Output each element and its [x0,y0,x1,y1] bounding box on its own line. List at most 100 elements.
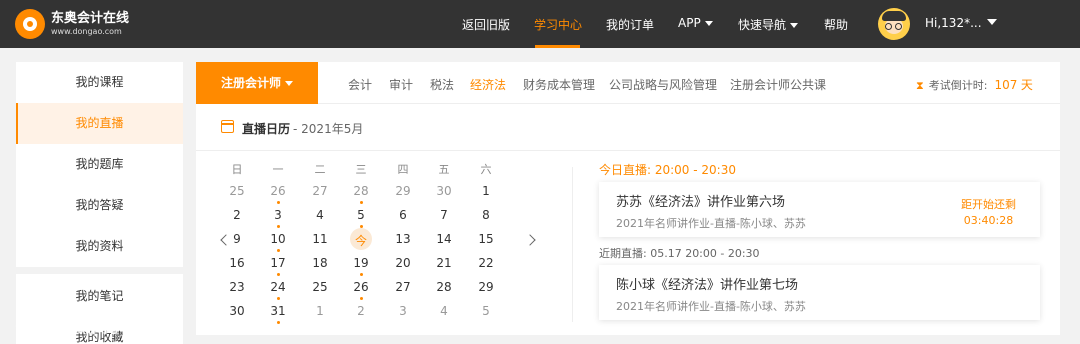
nav-study-center[interactable]: 学习中心 [534,16,582,33]
nav-app-label: APP [678,16,701,30]
today-live-card[interactable]: 苏苏《经济法》讲作业第六场 2021年名师讲作业-直播-陈小球、苏苏 距开始还剩… [599,182,1040,237]
calendar-day[interactable]: 15 [471,232,501,246]
calendar-day[interactable]: 1 [471,184,501,198]
calendar-day[interactable]: 19 [346,256,376,270]
exam-type-label: 注册会计师 [220,76,281,90]
calendar-day[interactable]: 26 [346,280,376,294]
calendar-day[interactable]: 28 [429,280,459,294]
sidebar-item-my-courses[interactable]: 我的课程 [16,62,183,103]
calendar-day[interactable]: 26 [263,184,293,198]
recent-live-label: 近期直播: 05.17 20:00 - 20:30 [599,247,760,260]
sidebar-item-my-question-bank[interactable]: 我的题库 [16,144,183,185]
calendar-day[interactable]: 8 [471,208,501,222]
calendar-day[interactable]: 23 [222,280,252,294]
calendar-day[interactable]: 2 [346,304,376,318]
calendar-day[interactable]: 28 [346,184,376,198]
main-panel: 注册会计师 会计 审计 税法 经济法 财务成本管理 公司战略与风险管理 注册会计… [196,62,1060,335]
countdown-days: 107 [994,78,1018,92]
today-live-label: 今日直播: 20:00 - 20:30 [599,163,736,177]
calendar-day[interactable]: 25 [305,280,335,294]
site-logo[interactable]: 东奥会计在线 www.dongao.com [15,9,129,39]
vertical-divider [572,167,573,322]
calendar-day[interactable]: 18 [305,256,335,270]
user-avatar[interactable] [878,8,910,40]
live-session-dot [277,201,280,204]
calendar-day[interactable]: 24 [263,280,293,294]
recent-live-card[interactable]: 陈小球《经济法》讲作业第七场 2021年名师讲作业-直播-陈小球、苏苏 [599,265,1040,320]
live-start-countdown: 距开始还剩 03:40:28 [961,197,1016,229]
nav-quick-label: 快速导航 [738,18,787,32]
countdown-unit: 天 [1020,78,1033,92]
user-greeting[interactable]: Hi,132*... [925,16,982,30]
calendar-day[interactable]: 30 [222,304,252,318]
live-card-subtitle: 2021年名师讲作业-直播-陈小球、苏苏 [616,217,806,230]
calendar-heading: 直播日历 - 2021年5月 [242,120,363,137]
calendar-day[interactable]: 29 [388,184,418,198]
calendar-day[interactable]: 20 [388,256,418,270]
weekday-header: 五 [438,163,450,176]
chevron-down-icon [704,21,713,26]
logo-icon [15,9,45,39]
nav-my-orders[interactable]: 我的订单 [606,16,654,33]
calendar-day[interactable]: 22 [471,256,501,270]
user-menu-chevron-icon[interactable] [987,19,997,25]
calendar-day[interactable]: 17 [263,256,293,270]
live-session-dot [360,273,363,276]
calendar-day-today[interactable]: 今 [346,232,376,249]
nav-help[interactable]: 帮助 [824,16,848,33]
tab-audit[interactable]: 审计 [389,76,413,93]
sidebar-item-my-materials[interactable]: 我的资料 [16,226,183,267]
live-session-dot [360,297,363,300]
tab-tax-law[interactable]: 税法 [430,76,454,93]
subject-tab-bar: 注册会计师 会计 审计 税法 经济法 财务成本管理 公司战略与风险管理 注册会计… [196,62,1060,104]
calendar-day[interactable]: 29 [471,280,501,294]
tab-financial-cost-management[interactable]: 财务成本管理 [523,76,595,93]
tab-corporate-strategy-risk[interactable]: 公司战略与风险管理 [609,76,717,93]
weekday-header: 三 [355,163,367,176]
calendar-day[interactable]: 30 [429,184,459,198]
calendar-day[interactable]: 6 [388,208,418,222]
tab-economic-law[interactable]: 经济法 [470,76,506,93]
live-session-dot [277,249,280,252]
calendar-day[interactable]: 7 [429,208,459,222]
logo-url: www.dongao.com [51,27,122,36]
calendar-day[interactable]: 3 [263,208,293,222]
nav-app[interactable]: APP [678,16,713,30]
sidebar-item-my-live[interactable]: 我的直播 [16,103,183,144]
calendar-day[interactable]: 1 [305,304,335,318]
calendar-day[interactable]: 2 [222,208,252,222]
live-session-dot [277,321,280,324]
hourglass-icon: ⧗ [916,79,924,92]
calendar-month: - 2021年5月 [293,122,364,136]
calendar-day[interactable]: 14 [429,232,459,246]
live-session-dot [277,273,280,276]
nav-quick-navigation[interactable]: 快速导航 [738,16,799,33]
tab-accounting[interactable]: 会计 [348,76,372,93]
calendar-day[interactable]: 10 [263,232,293,246]
calendar-day[interactable]: 11 [305,232,335,246]
calendar-title: 直播日历 [242,122,291,136]
calendar-day[interactable]: 4 [429,304,459,318]
calendar-day[interactable]: 27 [388,280,418,294]
exam-countdown: ⧗ 考试倒计时: 107 天 [916,76,1033,93]
next-month-arrow-icon[interactable] [524,234,536,246]
calendar-day[interactable]: 4 [305,208,335,222]
calendar-day[interactable]: 5 [471,304,501,318]
tab-cpa-public-course[interactable]: 注册会计师公共课 [730,76,826,93]
weekday-header: 六 [480,163,492,176]
chevron-down-icon [285,81,293,86]
sidebar-menu-primary: 我的课程 我的直播 我的题库 我的答疑 我的资料 [16,62,183,267]
sidebar-item-my-qa[interactable]: 我的答疑 [16,185,183,226]
exam-type-dropdown[interactable]: 注册会计师 [196,62,318,104]
calendar-day[interactable]: 21 [429,256,459,270]
calendar-day[interactable]: 9 [222,232,252,246]
calendar-day[interactable]: 16 [222,256,252,270]
logo-title: 东奥会计在线 [51,11,130,26]
calendar-day[interactable]: 31 [263,304,293,318]
calendar-day[interactable]: 3 [388,304,418,318]
calendar-day[interactable]: 27 [305,184,335,198]
calendar-day[interactable]: 5 [346,208,376,222]
calendar-day[interactable]: 25 [222,184,252,198]
calendar-day[interactable]: 13 [388,232,418,246]
nav-back-old-version[interactable]: 返回旧版 [462,16,510,33]
